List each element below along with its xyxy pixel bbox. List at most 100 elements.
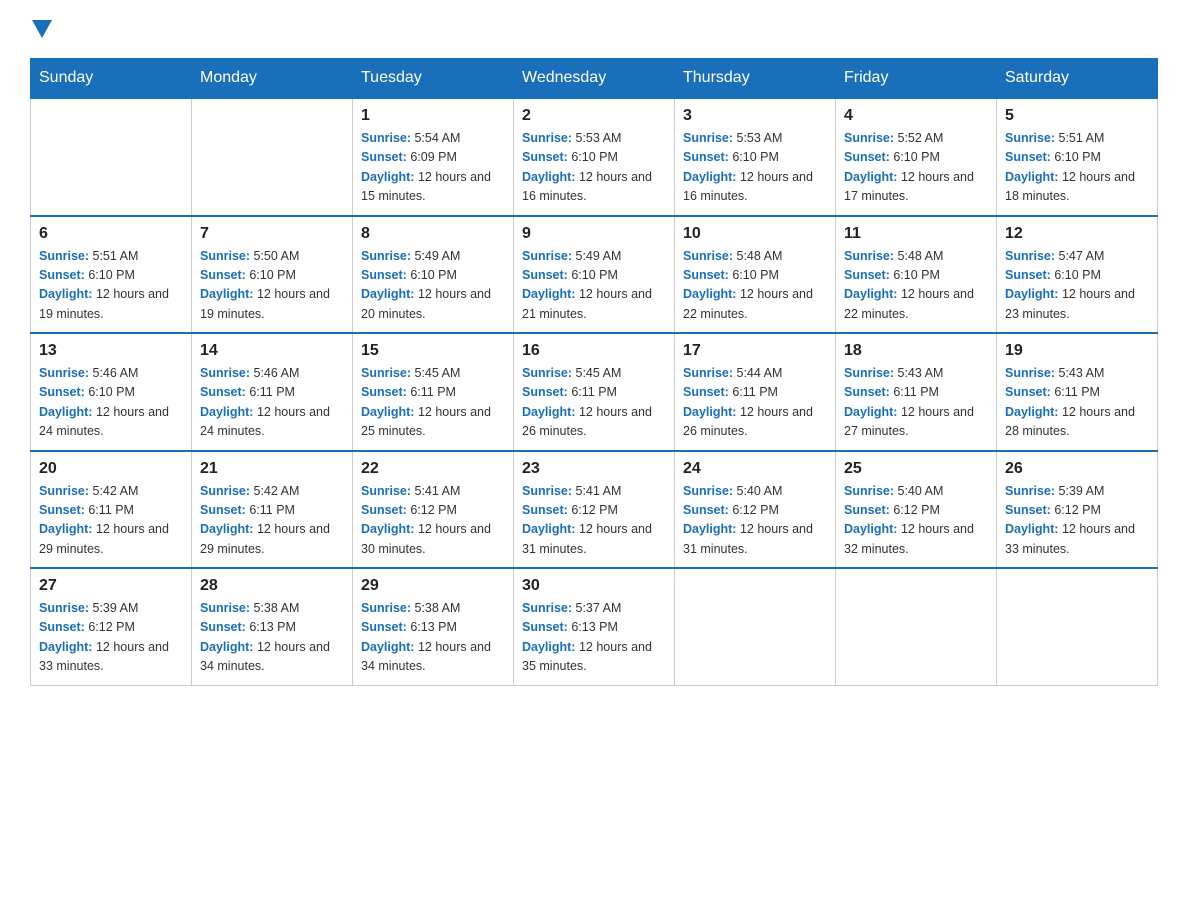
day-number: 30 (522, 577, 666, 595)
day-number: 18 (844, 342, 988, 360)
sunrise-label: Sunrise: (361, 366, 411, 380)
day-info: Sunrise: 5:40 AMSunset: 6:12 PMDaylight:… (683, 482, 827, 560)
sunrise-label: Sunrise: (844, 131, 894, 145)
calendar-cell: 14Sunrise: 5:46 AMSunset: 6:11 PMDayligh… (192, 333, 353, 451)
sunrise-label: Sunrise: (522, 601, 572, 615)
sunrise-label: Sunrise: (200, 249, 250, 263)
day-info: Sunrise: 5:37 AMSunset: 6:13 PMDaylight:… (522, 599, 666, 677)
daylight-label: Daylight: (522, 170, 575, 184)
sunrise-label: Sunrise: (1005, 249, 1055, 263)
calendar-cell: 23Sunrise: 5:41 AMSunset: 6:12 PMDayligh… (514, 451, 675, 569)
calendar-cell: 15Sunrise: 5:45 AMSunset: 6:11 PMDayligh… (353, 333, 514, 451)
calendar-cell: 12Sunrise: 5:47 AMSunset: 6:10 PMDayligh… (997, 216, 1158, 334)
sunset-label: Sunset: (39, 620, 85, 634)
week-row-4: 20Sunrise: 5:42 AMSunset: 6:11 PMDayligh… (31, 451, 1158, 569)
calendar-cell (675, 568, 836, 685)
sunset-label: Sunset: (1005, 268, 1051, 282)
sunrise-label: Sunrise: (361, 601, 411, 615)
calendar-cell: 4Sunrise: 5:52 AMSunset: 6:10 PMDaylight… (836, 98, 997, 216)
day-number: 26 (1005, 460, 1149, 478)
calendar-cell: 30 Sunrise: 5:37 AMSunset: 6:13 PMDayligh… (514, 568, 675, 685)
sunrise-label: Sunrise: (522, 131, 572, 145)
sunrise-label: Sunrise: (1005, 366, 1055, 380)
calendar-cell: 29Sunrise: 5:38 AMSunset: 6:13 PMDayligh… (353, 568, 514, 685)
sunset-label: Sunset: (200, 503, 246, 517)
sunrise-label: Sunrise: (683, 484, 733, 498)
sunset-label: Sunset: (844, 268, 890, 282)
daylight-label: Daylight: (844, 405, 897, 419)
calendar-cell: 6 Sunrise: 5:51 AMSunset: 6:10 PMDaylight… (31, 216, 192, 334)
logo-triangle-icon (32, 20, 52, 38)
calendar-cell: 7Sunrise: 5:50 AMSunset: 6:10 PMDaylight… (192, 216, 353, 334)
sunrise-label: Sunrise: (844, 249, 894, 263)
daylight-label: Daylight: (39, 287, 92, 301)
sunset-label: Sunset: (844, 503, 890, 517)
sunset-label: Sunset: (200, 385, 246, 399)
calendar-cell: 1 Sunrise: 5:54 AMSunset: 6:09 PMDaylight… (353, 98, 514, 216)
sunrise-label: Sunrise: (361, 484, 411, 498)
daylight-label: Daylight: (200, 522, 253, 536)
sunset-label: Sunset: (200, 620, 246, 634)
sunrise-label: Sunrise: (39, 601, 89, 615)
day-info: Sunrise: 5:49 AMSunset: 6:10 PMDaylight:… (522, 247, 666, 325)
daylight-label: Daylight: (39, 522, 92, 536)
day-number: 7 (200, 225, 344, 243)
sunset-label: Sunset: (361, 150, 407, 164)
sunrise-label: Sunrise: (683, 131, 733, 145)
daylight-label: Daylight: (39, 405, 92, 419)
sunset-label: Sunset: (683, 503, 729, 517)
sunrise-label: Sunrise: (200, 601, 250, 615)
day-number: 3 (683, 107, 827, 125)
day-number: 2 (522, 107, 666, 125)
calendar-cell: 21Sunrise: 5:42 AMSunset: 6:11 PMDayligh… (192, 451, 353, 569)
calendar-cell (31, 98, 192, 216)
day-info: Sunrise: 5:46 AMSunset: 6:11 PMDaylight:… (200, 364, 344, 442)
sunrise-label: Sunrise: (39, 366, 89, 380)
sunset-label: Sunset: (39, 268, 85, 282)
sunset-label: Sunset: (361, 620, 407, 634)
daylight-label: Daylight: (844, 170, 897, 184)
day-number: 25 (844, 460, 988, 478)
sunrise-label: Sunrise: (683, 366, 733, 380)
day-number: 28 (200, 577, 344, 595)
calendar-cell: 18 Sunrise: 5:43 AMSunset: 6:11 PMDayligh… (836, 333, 997, 451)
calendar-table: SundayMondayTuesdayWednesdayThursdayFrid… (30, 58, 1158, 686)
sunrise-label: Sunrise: (522, 484, 572, 498)
day-number: 27 (39, 577, 183, 595)
daylight-label: Daylight: (200, 640, 253, 654)
daylight-label: Daylight: (522, 287, 575, 301)
sunrise-label: Sunrise: (361, 249, 411, 263)
day-number: 1 (361, 107, 505, 125)
day-info: Sunrise: 5:54 AMSunset: 6:09 PMDaylight:… (361, 129, 505, 207)
calendar-cell: 16Sunrise: 5:45 AMSunset: 6:11 PMDayligh… (514, 333, 675, 451)
day-info: Sunrise: 5:52 AMSunset: 6:10 PMDaylight:… (844, 129, 988, 207)
calendar-cell: 11Sunrise: 5:48 AMSunset: 6:10 PMDayligh… (836, 216, 997, 334)
daylight-label: Daylight: (361, 405, 414, 419)
calendar-cell (192, 98, 353, 216)
weekday-header-thursday: Thursday (675, 59, 836, 99)
sunset-label: Sunset: (844, 385, 890, 399)
sunset-label: Sunset: (361, 503, 407, 517)
day-info: Sunrise: 5:48 AMSunset: 6:10 PMDaylight:… (683, 247, 827, 325)
calendar-cell (997, 568, 1158, 685)
day-info: Sunrise: 5:44 AMSunset: 6:11 PMDaylight:… (683, 364, 827, 442)
sunset-label: Sunset: (39, 503, 85, 517)
sunset-label: Sunset: (522, 150, 568, 164)
day-info: Sunrise: 5:41 AMSunset: 6:12 PMDaylight:… (361, 482, 505, 560)
day-info: Sunrise: 5:51 AMSunset: 6:10 PMDaylight:… (39, 247, 183, 325)
day-info: Sunrise: 5:43 AMSunset: 6:11 PMDaylight:… (1005, 364, 1149, 442)
calendar-cell: 24Sunrise: 5:40 AMSunset: 6:12 PMDayligh… (675, 451, 836, 569)
calendar-cell: 27Sunrise: 5:39 AMSunset: 6:12 PMDayligh… (31, 568, 192, 685)
day-info: Sunrise: 5:45 AMSunset: 6:11 PMDaylight:… (361, 364, 505, 442)
weekday-header-row: SundayMondayTuesdayWednesdayThursdayFrid… (31, 59, 1158, 99)
sunset-label: Sunset: (683, 150, 729, 164)
calendar-cell: 17Sunrise: 5:44 AMSunset: 6:11 PMDayligh… (675, 333, 836, 451)
daylight-label: Daylight: (683, 405, 736, 419)
day-info: Sunrise: 5:43 AMSunset: 6:11 PMDaylight:… (844, 364, 988, 442)
week-row-1: 1 Sunrise: 5:54 AMSunset: 6:09 PMDaylight… (31, 98, 1158, 216)
daylight-label: Daylight: (683, 287, 736, 301)
sunrise-label: Sunrise: (39, 249, 89, 263)
day-number: 6 (39, 225, 183, 243)
daylight-label: Daylight: (522, 522, 575, 536)
page-header (30, 20, 1158, 42)
